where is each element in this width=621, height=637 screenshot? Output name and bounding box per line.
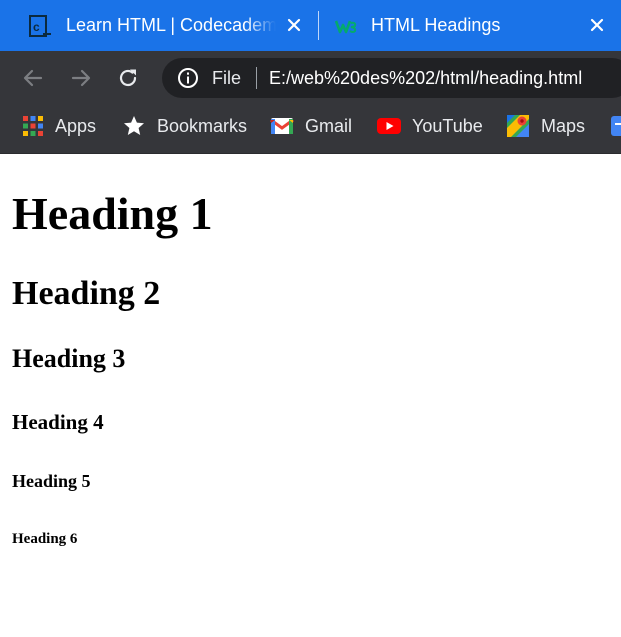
tab-learn-html[interactable]: c Learn HTML | Codecademy	[0, 0, 318, 51]
arrow-right-icon[interactable]	[66, 63, 96, 93]
bookmark-bookmarks[interactable]: Bookmarks	[122, 104, 247, 148]
bookmark-youtube[interactable]: YouTube	[377, 104, 483, 148]
tab-html-headings[interactable]: HTML Headings	[319, 0, 621, 51]
close-icon[interactable]	[585, 13, 609, 37]
tab-title: HTML Headings	[371, 15, 501, 35]
heading-2: Heading 2	[12, 275, 161, 312]
url-text[interactable]: E:/web%20des%202/html/heading.html	[269, 58, 582, 98]
bookmark-label: Apps	[55, 115, 97, 136]
heading-3: Heading 3	[12, 344, 126, 373]
bookmark-label: Bookmarks	[157, 115, 248, 136]
google-doc-icon	[611, 116, 621, 136]
scheme-label: File	[212, 68, 242, 88]
codecademy-icon: c	[28, 14, 52, 38]
apps-grid-icon	[23, 116, 43, 136]
close-icon[interactable]	[282, 13, 306, 37]
svg-text:c: c	[33, 20, 40, 34]
page-content: Heading 1 Heading 2 Heading 3 Heading 4 …	[0, 154, 621, 637]
heading-1: Heading 1	[12, 188, 213, 239]
w3schools-icon	[334, 14, 359, 38]
bookmark-apps[interactable]: Apps	[22, 104, 96, 148]
youtube-icon	[377, 118, 401, 134]
arrow-left-icon[interactable]	[18, 63, 48, 93]
heading-4: Heading 4	[12, 410, 104, 434]
bookmark-maps[interactable]: Maps	[506, 104, 585, 148]
heading-6: Heading 6	[12, 531, 78, 547]
tab-strip: c Learn HTML | Codecademy HTML Headings	[0, 0, 621, 51]
heading-5: Heading 5	[12, 471, 91, 491]
address-bar[interactable]: File E:/web%20des%202/html/heading.html	[162, 58, 621, 98]
reload-icon[interactable]	[113, 63, 143, 93]
bookmark-label: Gmail	[305, 115, 353, 136]
tab-title: Learn HTML | Codecademy	[66, 15, 276, 35]
gmail-icon	[270, 118, 294, 134]
bookmark-label: Maps	[541, 115, 586, 136]
browser-toolbar: File E:/web%20des%202/html/heading.html	[0, 51, 621, 104]
bookmarks-bar: Apps Bookmarks Gmail YouTube Maps	[0, 104, 621, 154]
omnibox-separator	[256, 67, 257, 89]
star-icon	[124, 116, 144, 135]
bookmark-gmail[interactable]: Gmail	[270, 104, 352, 148]
bookmark-label: YouTube	[412, 115, 483, 136]
maps-icon	[507, 115, 529, 137]
info-icon[interactable]	[176, 66, 200, 90]
bookmark-overflow-item[interactable]	[610, 104, 621, 148]
